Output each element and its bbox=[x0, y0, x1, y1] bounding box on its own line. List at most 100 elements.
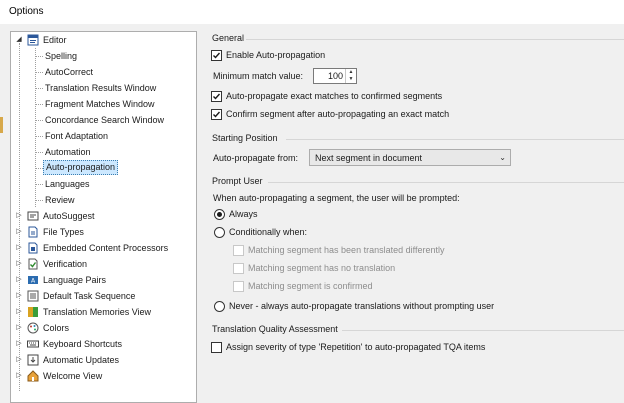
tree-connector bbox=[36, 72, 43, 73]
tree-item-label: Concordance Search Window bbox=[45, 115, 165, 125]
updates-icon bbox=[27, 354, 39, 366]
tree-item-label: AutoCorrect bbox=[45, 67, 94, 77]
chevron-down-icon[interactable]: ⌄ bbox=[499, 153, 506, 162]
minimum-match-value[interactable]: 100 bbox=[328, 71, 343, 81]
condition-label[interactable]: Matching segment is confirmed bbox=[248, 281, 373, 291]
expand-arrow-icon[interactable]: ▷ bbox=[15, 275, 23, 285]
radio-selected-dot bbox=[217, 212, 222, 217]
verification-icon bbox=[27, 258, 39, 270]
expand-arrow-icon[interactable]: ▷ bbox=[15, 211, 23, 221]
tree-item-label: File Types bbox=[43, 227, 84, 237]
condition-checkbox[interactable] bbox=[233, 245, 244, 256]
never-radio[interactable] bbox=[214, 301, 225, 312]
tree-item-label: Verification bbox=[43, 259, 88, 269]
tree-item-label: Spelling bbox=[45, 51, 78, 61]
tree-item-label: Language Pairs bbox=[43, 275, 107, 285]
enable-auto-propagation-label[interactable]: Enable Auto-propagation bbox=[226, 50, 325, 60]
options-tree[interactable]: ◢ Editor Spelling AutoCorrect Translation … bbox=[10, 31, 197, 403]
conditionally-label[interactable]: Conditionally when: bbox=[229, 227, 307, 237]
palette-icon bbox=[27, 322, 39, 334]
file-types-icon bbox=[27, 226, 39, 238]
confirm-segment-checkbox[interactable] bbox=[211, 109, 222, 120]
embedded-content-icon bbox=[27, 242, 39, 254]
assign-severity-label[interactable]: Assign severity of type 'Repetition' to … bbox=[226, 342, 485, 352]
tree-connector bbox=[36, 88, 43, 89]
tree-item-label: Editor bbox=[43, 35, 67, 45]
background-window-strip bbox=[0, 24, 7, 403]
collapse-arrow-icon[interactable]: ◢ bbox=[15, 35, 23, 45]
condition-label[interactable]: Matching segment has no translation bbox=[248, 263, 395, 273]
spinner-arrows[interactable]: ▲ ▼ bbox=[345, 69, 356, 83]
tree-item-label: Review bbox=[45, 195, 75, 205]
tree-item-label: Translation Memories View bbox=[43, 307, 152, 317]
expand-arrow-icon[interactable]: ▷ bbox=[15, 243, 23, 253]
editor-icon bbox=[27, 34, 39, 46]
task-sequence-icon bbox=[27, 290, 39, 302]
keyboard-icon bbox=[27, 338, 39, 350]
group-divider bbox=[342, 330, 624, 331]
expand-arrow-icon[interactable]: ▷ bbox=[15, 323, 23, 333]
title-bar: Options bbox=[0, 0, 624, 24]
autosuggest-icon bbox=[27, 210, 39, 222]
group-divider bbox=[286, 139, 624, 140]
tree-item-label: Welcome View bbox=[43, 371, 103, 381]
group-divider bbox=[268, 182, 624, 183]
condition-label[interactable]: Matching segment has been translated dif… bbox=[248, 245, 444, 255]
expand-arrow-icon[interactable]: ▷ bbox=[15, 371, 23, 381]
tree-item-label: Keyboard Shortcuts bbox=[43, 339, 123, 349]
spin-down-icon[interactable]: ▼ bbox=[346, 76, 356, 83]
expand-arrow-icon[interactable]: ▷ bbox=[15, 259, 23, 269]
exact-matches-label[interactable]: Auto-propagate exact matches to confirme… bbox=[226, 91, 442, 101]
window-title: Options bbox=[9, 6, 44, 17]
conditionally-radio[interactable] bbox=[214, 227, 225, 238]
tree-item-label: Embedded Content Processors bbox=[43, 243, 169, 253]
tree-connector bbox=[36, 104, 43, 105]
minimum-match-spinner[interactable]: 100 ▲ ▼ bbox=[313, 68, 357, 84]
tqa-group-title: Translation Quality Assessment bbox=[212, 324, 338, 334]
expand-arrow-icon[interactable]: ▷ bbox=[15, 227, 23, 237]
never-label[interactable]: Never - always auto-propagate translatio… bbox=[229, 301, 494, 311]
expand-arrow-icon[interactable]: ▷ bbox=[15, 339, 23, 349]
tree-item-label: Auto-propagation bbox=[43, 160, 119, 175]
tree-item-label: Automatic Updates bbox=[43, 355, 120, 365]
always-label[interactable]: Always bbox=[229, 209, 258, 219]
translation-memories-icon bbox=[27, 306, 39, 318]
spin-up-icon[interactable]: ▲ bbox=[346, 69, 356, 76]
tree-item-label: AutoSuggest bbox=[43, 211, 95, 221]
home-icon bbox=[27, 370, 39, 382]
tree-connector bbox=[36, 184, 43, 185]
tree-item-label: Font Adaptation bbox=[45, 131, 109, 141]
expand-arrow-icon[interactable]: ▷ bbox=[15, 307, 23, 317]
auto-propagate-from-value[interactable]: Next segment in document bbox=[315, 153, 422, 163]
tree-item-label: Default Task Sequence bbox=[43, 291, 136, 301]
expand-arrow-icon[interactable]: ▷ bbox=[15, 291, 23, 301]
tree-connector bbox=[36, 120, 43, 121]
tree-connector bbox=[36, 168, 43, 169]
background-window-accent bbox=[0, 117, 3, 133]
tree-connector bbox=[36, 136, 43, 137]
prompt-user-group-title: Prompt User bbox=[212, 176, 263, 186]
auto-propagate-from-label: Auto-propagate from: bbox=[213, 153, 299, 163]
expand-arrow-icon[interactable]: ▷ bbox=[15, 355, 23, 365]
language-pairs-icon: A bbox=[27, 274, 39, 286]
tree-connector bbox=[36, 200, 43, 201]
tree-item-label: Translation Results Window bbox=[45, 83, 157, 93]
enable-auto-propagation-checkbox[interactable] bbox=[211, 50, 222, 61]
group-divider bbox=[246, 39, 624, 40]
general-group-title: General bbox=[212, 33, 245, 43]
minimum-match-label: Minimum match value: bbox=[213, 71, 304, 81]
tree-connector bbox=[36, 152, 43, 153]
always-radio[interactable] bbox=[214, 209, 225, 220]
condition-checkbox[interactable] bbox=[233, 281, 244, 292]
assign-severity-checkbox[interactable] bbox=[211, 342, 222, 353]
tree-item-label: Languages bbox=[45, 179, 90, 189]
exact-matches-checkbox[interactable] bbox=[211, 91, 222, 102]
auto-propagate-from-select[interactable]: Next segment in document ⌄ bbox=[309, 149, 511, 166]
tree-connector bbox=[36, 56, 43, 57]
confirm-segment-label[interactable]: Confirm segment after auto-propagating a… bbox=[226, 109, 449, 119]
tree-item-label: Colors bbox=[43, 323, 70, 333]
prompt-description: When auto-propagating a segment, the use… bbox=[213, 193, 460, 203]
tree-item-label: Automation bbox=[45, 147, 91, 157]
condition-checkbox[interactable] bbox=[233, 263, 244, 274]
tree-item-label: Fragment Matches Window bbox=[45, 99, 155, 109]
